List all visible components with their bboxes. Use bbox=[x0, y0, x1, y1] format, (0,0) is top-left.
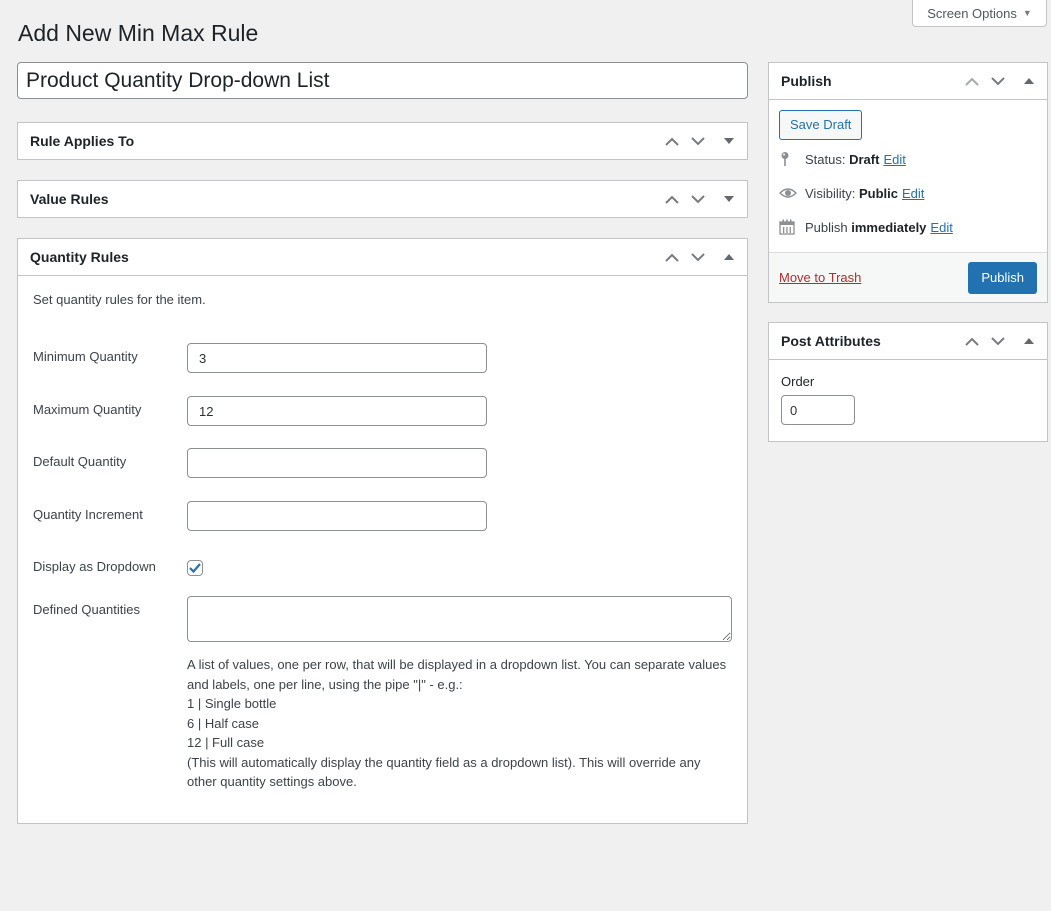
collapse-toggle-icon[interactable] bbox=[711, 239, 747, 275]
order-input[interactable] bbox=[781, 395, 855, 425]
page-title: Add New Min Max Rule bbox=[18, 20, 259, 46]
visibility-value: Public bbox=[858, 185, 898, 201]
publish-body: Save Draft Status: Draft Edit Visibility… bbox=[769, 100, 1047, 244]
display-as-dropdown-checkbox[interactable] bbox=[187, 560, 203, 576]
move-down-icon[interactable] bbox=[685, 123, 711, 159]
help-line: and labels, one per line, using the pipe… bbox=[187, 676, 463, 692]
post-attributes-panel: Post Attributes Order bbox=[768, 322, 1048, 442]
visibility-label: Visibility: bbox=[805, 185, 856, 201]
screen-options-label: Screen Options bbox=[927, 5, 1017, 21]
order-label: Order bbox=[781, 374, 815, 389]
edit-publish-time-link[interactable]: Edit bbox=[930, 220, 952, 235]
help-line: 6 | Half case bbox=[187, 715, 260, 731]
panel-title: Publish bbox=[781, 73, 832, 89]
screen-options-button[interactable]: Screen Options ▼ bbox=[912, 0, 1047, 27]
caret-down-icon: ▼ bbox=[1022, 8, 1032, 18]
value-rules-header[interactable]: Value Rules bbox=[18, 181, 747, 217]
help-line: (This will automatically display the qua… bbox=[187, 754, 701, 770]
quantity-increment-input[interactable] bbox=[187, 501, 487, 531]
panel-title: Quantity Rules bbox=[30, 249, 129, 265]
panel-title: Post Attributes bbox=[781, 333, 881, 349]
minimum-quantity-input[interactable] bbox=[187, 343, 487, 373]
calendar-icon bbox=[779, 219, 805, 235]
publish-panel: Publish Save Draft Status: Draft Edit Vi… bbox=[768, 62, 1048, 303]
quantity-rules-intro: Set quantity rules for the item. bbox=[33, 292, 206, 307]
defined-quantities-label: Defined Quantities bbox=[33, 602, 140, 617]
rule-applies-to-panel: Rule Applies To bbox=[17, 122, 748, 160]
move-down-icon[interactable] bbox=[985, 323, 1011, 359]
move-up-icon[interactable] bbox=[959, 63, 985, 99]
eye-icon bbox=[779, 187, 805, 199]
help-line: other quantity settings above. bbox=[187, 774, 357, 789]
default-quantity-input[interactable] bbox=[187, 448, 487, 478]
quantity-rules-panel: Quantity Rules Set quantity rules for th… bbox=[17, 238, 748, 824]
post-attributes-header[interactable]: Post Attributes bbox=[769, 323, 1047, 360]
help-line: A list of values, one per row, that will… bbox=[187, 657, 727, 672]
value-rules-panel: Value Rules bbox=[17, 180, 748, 218]
move-up-icon[interactable] bbox=[659, 123, 685, 159]
move-down-icon[interactable] bbox=[685, 239, 711, 275]
publish-value: immediately bbox=[851, 219, 927, 235]
edit-status-link[interactable]: Edit bbox=[883, 152, 905, 167]
display-as-dropdown-label: Display as Dropdown bbox=[33, 559, 156, 574]
rule-applies-to-header[interactable]: Rule Applies To bbox=[18, 123, 747, 159]
maximum-quantity-input[interactable] bbox=[187, 396, 487, 426]
panel-title: Value Rules bbox=[30, 191, 109, 207]
pin-icon bbox=[779, 151, 805, 167]
post-attributes-body: Order bbox=[769, 360, 1047, 425]
status-row: Status: Draft Edit bbox=[779, 142, 1037, 176]
move-up-icon[interactable] bbox=[959, 323, 985, 359]
status-label: Status: bbox=[805, 151, 846, 167]
move-up-icon[interactable] bbox=[659, 181, 685, 217]
help-line: 12 | Full case bbox=[187, 735, 265, 750]
panel-title: Rule Applies To bbox=[30, 133, 135, 149]
checkmark-icon bbox=[189, 563, 201, 573]
defined-quantities-textarea[interactable] bbox=[187, 596, 732, 642]
publish-label: Publish bbox=[805, 219, 848, 235]
help-line: 1 | Single bottle bbox=[187, 696, 277, 711]
collapse-toggle-icon[interactable] bbox=[1011, 63, 1047, 99]
quantity-rules-header[interactable]: Quantity Rules bbox=[18, 239, 747, 276]
expand-toggle-icon[interactable] bbox=[711, 181, 747, 217]
publish-time-row: Publish immediately Edit bbox=[779, 210, 1037, 244]
move-up-icon[interactable] bbox=[659, 239, 685, 275]
expand-toggle-icon[interactable] bbox=[711, 123, 747, 159]
save-draft-button[interactable]: Save Draft bbox=[779, 110, 863, 140]
major-publishing-actions: Move to Trash Publish bbox=[769, 252, 1047, 302]
move-down-icon[interactable] bbox=[685, 181, 711, 217]
minimum-quantity-label: Minimum Quantity bbox=[33, 349, 138, 364]
defined-quantities-help: A list of values, one per row, that will… bbox=[187, 655, 737, 792]
publish-header[interactable]: Publish bbox=[769, 63, 1047, 100]
publish-button[interactable]: Publish bbox=[968, 261, 1037, 294]
visibility-row: Visibility: Public Edit bbox=[779, 176, 1037, 210]
maximum-quantity-label: Maximum Quantity bbox=[33, 402, 142, 417]
move-to-trash-link[interactable]: Move to Trash bbox=[779, 270, 861, 285]
status-value: Draft bbox=[849, 151, 880, 167]
edit-visibility-link[interactable]: Edit bbox=[902, 186, 924, 201]
collapse-toggle-icon[interactable] bbox=[1011, 323, 1047, 359]
move-down-icon[interactable] bbox=[985, 63, 1011, 99]
default-quantity-label: Default Quantity bbox=[33, 454, 127, 469]
quantity-increment-label: Quantity Increment bbox=[33, 507, 143, 522]
post-title-input[interactable] bbox=[17, 62, 748, 99]
quantity-rules-body: Set quantity rules for the item. Minimum… bbox=[18, 276, 747, 789]
